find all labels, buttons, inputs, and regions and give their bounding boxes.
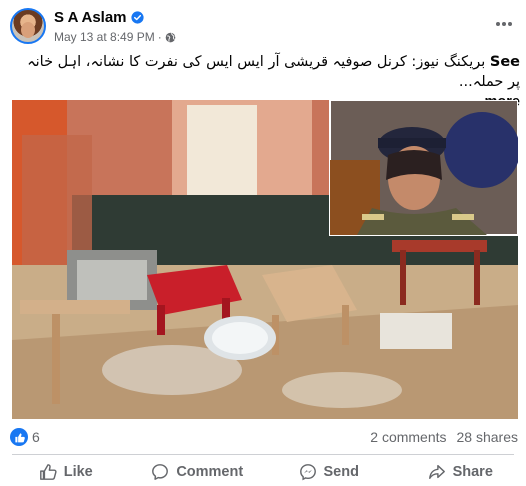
- post-photo: [12, 100, 518, 419]
- divider: [12, 454, 514, 455]
- like-label: Like: [63, 464, 93, 480]
- more-options-icon[interactable]: [492, 12, 516, 36]
- messenger-icon: [299, 464, 316, 481]
- verified-badge-icon: [130, 11, 144, 24]
- post-meta: May 13 at 8:49 PM ·: [54, 30, 176, 44]
- comment-button[interactable]: Comment: [132, 458, 264, 486]
- meta-separator: ·: [157, 30, 162, 44]
- avatar[interactable]: [10, 8, 46, 44]
- stats-right: 2 comments 28 shares: [370, 429, 518, 445]
- reaction-count[interactable]: 6: [32, 429, 40, 445]
- post-date[interactable]: May 13 at 8:49 PM: [54, 30, 155, 44]
- share-button[interactable]: Share: [395, 458, 526, 486]
- comments-count[interactable]: 2 comments: [370, 429, 446, 445]
- globe-icon: [165, 32, 176, 42]
- post-stats: 6 2 comments 28 shares: [0, 424, 526, 452]
- share-label: Share: [452, 464, 493, 480]
- send-button[interactable]: Send: [263, 458, 395, 486]
- avatar-face: [21, 22, 35, 38]
- shares-count[interactable]: 28 shares: [457, 429, 518, 445]
- see-more-link[interactable]: See: [490, 54, 520, 70]
- thumbs-up-icon: [39, 464, 57, 480]
- post-text-line: See بریکنگ نیوز: کرنل صوفیہ قریشی آر ایس…: [12, 52, 520, 92]
- share-arrow-icon: [428, 464, 445, 480]
- post-image[interactable]: [12, 100, 518, 419]
- action-bar: Like Comment Send Share: [0, 458, 526, 486]
- post-text: See بریکنگ نیوز: کرنل صوفیہ قریشی آر ایس…: [12, 52, 520, 110]
- like-button[interactable]: Like: [0, 458, 132, 486]
- post-body: بریکنگ نیوز: کرنل صوفیہ قریشی آر ایس ایس…: [27, 54, 520, 90]
- comment-icon: [152, 464, 169, 480]
- send-label: Send: [323, 464, 359, 480]
- author-name[interactable]: S A Aslam: [54, 9, 127, 26]
- post-header: S A Aslam May 13 at 8:49 PM ·: [0, 0, 526, 52]
- author-row: S A Aslam: [54, 9, 144, 26]
- comment-label: Comment: [176, 464, 244, 480]
- like-reaction-icon[interactable]: [10, 428, 28, 446]
